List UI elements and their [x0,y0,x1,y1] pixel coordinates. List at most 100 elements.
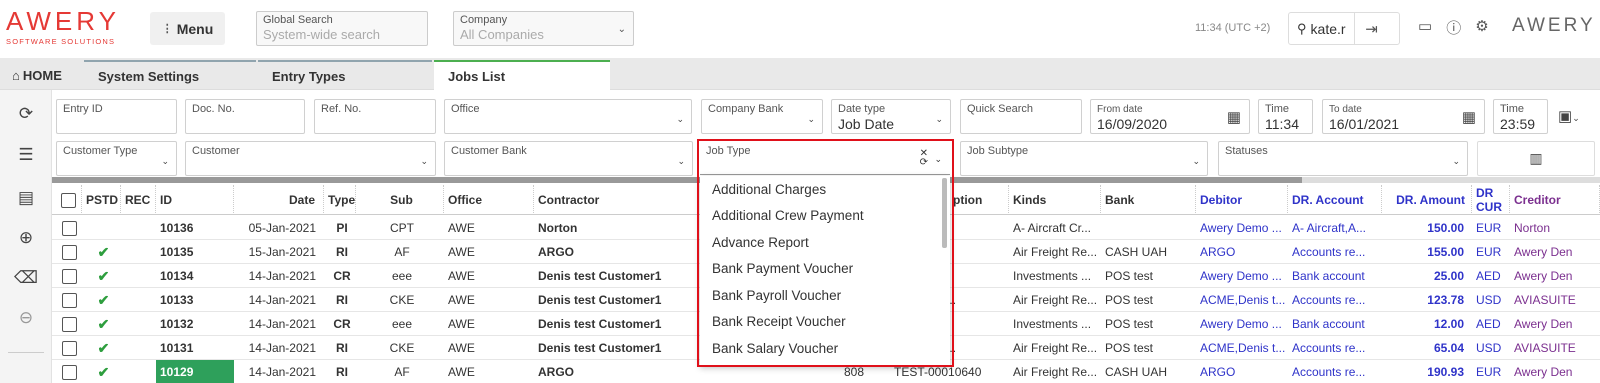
customer-type-select[interactable]: Customer Type ⌄ [56,141,177,176]
user-button[interactable]: ⚲ kate.r [1289,13,1355,44]
tab-home[interactable]: ⌂ HOME [0,60,84,90]
cell-dr-account: Bank account [1292,269,1365,283]
row-checkbox[interactable] [52,312,82,336]
col-dr-cur[interactable]: DR CUR [1472,185,1510,215]
col-creditor[interactable]: Creditor [1510,185,1600,215]
info-icon[interactable]: ⓘ [1446,17,1461,38]
row-checkbox[interactable] [52,240,82,264]
company-bank-select[interactable]: Company Bank ⌄ [701,99,823,134]
row-checkbox[interactable] [52,216,82,240]
job-type-option[interactable]: Advance Report [700,229,950,256]
job-subtype-select[interactable]: Job Subtype ⌄ [960,141,1208,176]
eraser-icon[interactable]: ⌫ [14,268,38,288]
job-type-option[interactable]: Additional Crew Payment [700,203,950,230]
col-dr-account[interactable]: DR. Account [1288,185,1382,215]
row-checkbox[interactable] [52,360,82,383]
tab-jobs-list[interactable]: Jobs List [434,60,610,90]
cell-dr-cur: AED [1476,269,1501,283]
statuses-select[interactable]: Statuses ⌄ [1218,141,1468,176]
cell-dr-amount: 190.93 [1427,365,1464,379]
cell-debitor: ARGO [1200,245,1236,259]
job-type-option[interactable]: Additional Charges [700,176,950,203]
logout-icon[interactable]: ⇥ [1355,20,1389,38]
office-select[interactable]: Office ⌄ [444,99,692,134]
cell-date: 05-Jan-2021 [248,221,316,235]
calendar-icon[interactable]: ▦ [1462,108,1476,126]
col-bank[interactable]: Bank [1101,185,1196,215]
row-checkbox[interactable] [52,288,82,312]
col-date[interactable]: Date [234,185,324,215]
to-date-label: To date [1329,104,1362,115]
menu-button[interactable]: ⋮ Menu [150,12,225,45]
job-type-option[interactable]: Bank Payment Voucher [700,256,950,283]
to-time-input[interactable]: Time 23:59 [1493,99,1548,134]
cell-dr-account: A- Aircraft,A... [1292,221,1367,235]
calendar-icon[interactable]: ▦ [1227,108,1241,126]
document-icon[interactable]: ▤ [14,188,38,208]
from-time-label: Time [1265,103,1290,115]
sliders-icon[interactable]: ☰ [14,145,38,165]
col-rec[interactable]: REC [121,185,156,215]
job-type-option[interactable]: Bank Salary Voucher [700,335,950,362]
col-debitor[interactable]: Debitor [1196,185,1288,215]
global-search-input[interactable]: Global Search System-wide search [256,11,428,46]
company-select[interactable]: Company All Companies ⌄ [453,11,634,46]
col-kinds[interactable]: Kinds [1009,185,1101,215]
cell-creditor: AVIASUITE [1514,341,1576,355]
refresh-icon[interactable]: ⟳ [14,104,38,124]
entry-id-input[interactable]: Entry ID [56,99,177,134]
dropdown-scrollbar[interactable] [942,178,947,248]
remove-circle-icon[interactable]: ⊖ [14,308,38,328]
top-bar: AWERY SOFTWARE SOLUTIONS ⋮ Menu Global S… [0,0,1600,58]
calendar-check-icon[interactable]: ▣⌄ [1558,107,1580,125]
col-office[interactable]: Office [444,185,534,215]
chat-icon[interactable]: ▭ [1418,17,1432,38]
cell-sub: CPT [390,221,414,235]
tab-entry-types[interactable]: Entry Types [258,60,432,90]
cell-dr-amount: 25.00 [1433,269,1464,283]
gear-icon[interactable]: ⚙ [1475,17,1488,38]
tab-system-settings[interactable]: System Settings [84,60,256,90]
clear-icon[interactable]: ✕ ⟳ [920,149,928,168]
cell-debitor: ARGO [1200,365,1236,379]
add-circle-icon[interactable]: ⊕ [14,228,38,248]
job-type-option[interactable]: Bank Receipt Voucher [700,309,950,336]
cell-kinds: Investments ... [1013,317,1092,331]
col-description[interactable]: ption [949,185,1009,215]
col-type[interactable]: Type [324,185,356,215]
job-type-select[interactable]: Job Type ✕ ⟳ ⌄ [700,141,950,175]
ref-no-input[interactable]: Ref. No. [314,99,436,134]
from-time-input[interactable]: Time 11:34 [1258,99,1313,134]
barcode-button[interactable]: ▥ [1477,141,1595,176]
row-checkbox[interactable] [52,264,82,288]
row-checkbox[interactable] [52,336,82,360]
user-menu[interactable]: ⚲ kate.r ⇥ [1288,12,1400,45]
cell-dr-amount: 65.04 [1433,341,1464,355]
cell-id: 10131 [160,341,194,355]
cell-debitor: Awery Demo ... [1200,221,1282,235]
job-type-option[interactable]: Bank Payroll Voucher [700,282,950,309]
col-sub[interactable]: Sub [356,185,444,215]
col-dr-amount[interactable]: DR. Amount [1382,185,1472,215]
left-toolbar: ⟳ ☰ ▤ ⊕ ⌫ ⊖ [0,90,52,383]
customer-bank-label: Customer Bank [451,145,527,157]
date-type-select[interactable]: Date type Job Date ⌄ [831,99,951,134]
company-logo[interactable]: AWERY SOFTWARE SOLUTIONS [6,8,120,46]
to-date-input[interactable]: To date 16/01/2021 ▦ [1322,99,1485,134]
from-date-input[interactable]: From date 16/09/2020 ▦ [1090,99,1250,134]
customer-bank-select[interactable]: Customer Bank ⌄ [444,141,693,176]
company-label: Company [460,14,508,26]
customer-select[interactable]: Customer ⌄ [185,141,436,176]
doc-no-input[interactable]: Doc. No. [185,99,305,134]
col-id[interactable]: ID [156,185,234,215]
cell-bank: POS test [1105,341,1154,355]
select-all-checkbox[interactable] [52,185,82,215]
cell-creditor: Awery Den [1514,245,1573,259]
cell-type: RI [336,245,348,259]
date-type-value: Job Date [838,116,895,132]
chevron-down-icon[interactable]: ⌄ [934,154,942,165]
cell-office: AWE [448,365,475,379]
col-pstd[interactable]: PSTD [82,185,121,215]
cell-date: 15-Jan-2021 [248,245,316,259]
quick-search-input[interactable]: Quick Search [960,99,1082,134]
